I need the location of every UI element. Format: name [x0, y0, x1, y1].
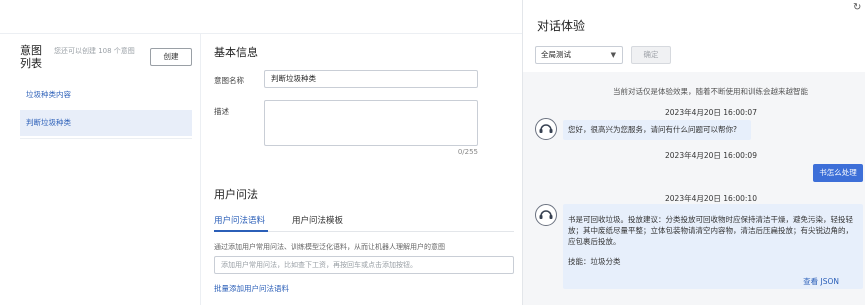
active-tab-underline — [214, 230, 268, 232]
description-label: 描述 — [214, 107, 229, 116]
chevron-down-icon: ▼ — [610, 51, 616, 59]
bot-message-bubble: 您好，很高兴为您服务，请问有什么问题可以帮你? — [563, 120, 751, 140]
bot-avatar-icon — [535, 118, 557, 140]
intent-name-input[interactable]: 判断垃圾种类 — [264, 70, 478, 88]
intent-editor: 基本信息 意图名称 判断垃圾种类 描述 0/255 用户问法 用户问法语料 用户… — [214, 34, 514, 305]
base-page: 意图列表 您还可以创建 108 个意图 创建 垃圾种类内容 判断垃圾种类 基本信… — [0, 0, 522, 305]
answer-line: 放；其中废纸尽量平整；立体包装物请清空内容物，清洁后压扁投放；有尖锐边角的， — [568, 226, 853, 235]
dialog-test-panel: 对话体验 ↻ 全局测试 ▼ 确定 当前对话仅是体验效果，随着不断使用和训练会越来… — [522, 0, 865, 305]
description-textarea[interactable] — [264, 100, 478, 146]
message-timestamp: 2023年4月20日 16:00:09 — [665, 151, 757, 160]
top-bar — [0, 0, 522, 34]
description-char-count: 0/255 — [457, 148, 478, 156]
bot-answer-bubble: 书是可回收垃圾。投放建议：分类投放可回收物时应保持清洁干燥，避免污染，轻投轻 放… — [563, 204, 863, 289]
phrase-input[interactable]: 添加用户常用问法，比如查下工资，再按回车或点击添加按钮。 — [214, 256, 514, 274]
intent-sidebar: 意图列表 您还可以创建 108 个意图 创建 垃圾种类内容 判断垃圾种类 — [16, 34, 196, 305]
tab-phrase-corpus[interactable]: 用户问法语料 — [214, 214, 265, 228]
chat-area: 当前对话仅是体验效果，随着不断使用和训练会越来越智能 2023年4月20日 16… — [523, 72, 865, 305]
message-timestamp: 2023年4月20日 16:00:10 — [665, 194, 757, 203]
sidebar-item-judge-garbage[interactable]: 判断垃圾种类 — [20, 110, 192, 136]
refresh-icon[interactable]: ↻ — [853, 2, 861, 13]
chat-notice: 当前对话仅是体验效果，随着不断使用和训练会越来越智能 — [613, 87, 808, 96]
panel-title: 对话体验 — [537, 19, 586, 33]
sidebar-title: 意图列表 — [20, 44, 42, 70]
batch-add-phrase-link[interactable]: 批量添加用户问法语料 — [214, 283, 289, 294]
bot-avatar-icon — [535, 204, 557, 226]
confirm-button[interactable]: 确定 — [631, 46, 671, 64]
answer-line: 书是可回收垃圾。投放建议：分类投放可回收物时应保持清洁干燥，避免污染，轻投轻 — [568, 215, 853, 224]
sidebar-header: 意图列表 您还可以创建 108 个意图 创建 — [20, 44, 196, 74]
message-timestamp: 2023年4月20日 16:00:07 — [665, 108, 757, 117]
user-message-bubble: 书怎么处理 — [813, 164, 863, 182]
sidebar-hint: 您还可以创建 108 个意图 — [54, 47, 135, 55]
sidebar-item-garbage-content[interactable]: 垃圾种类内容 — [20, 82, 192, 108]
scope-select-value: 全局测试 — [541, 50, 571, 59]
tab-phrase-template[interactable]: 用户问法模板 — [292, 214, 343, 228]
intent-name-label: 意图名称 — [214, 76, 244, 85]
user-phrase-title: 用户问法 — [214, 188, 258, 201]
scope-select[interactable]: 全局测试 ▼ — [535, 46, 623, 64]
vertical-divider — [200, 34, 201, 305]
answer-skill: 技能：垃圾分类 — [568, 257, 621, 266]
sidebar-divider — [20, 138, 192, 139]
answer-line: 应包裹后投放。 — [568, 237, 621, 246]
view-json-link[interactable]: 查看 JSON — [803, 276, 839, 287]
phrase-description: 通过添加用户常用问法、训练模型泛化语料，从而让机器人理解用户的意图 — [214, 243, 445, 251]
create-intent-button[interactable]: 创建 — [150, 48, 192, 66]
basic-info-title: 基本信息 — [214, 46, 258, 59]
